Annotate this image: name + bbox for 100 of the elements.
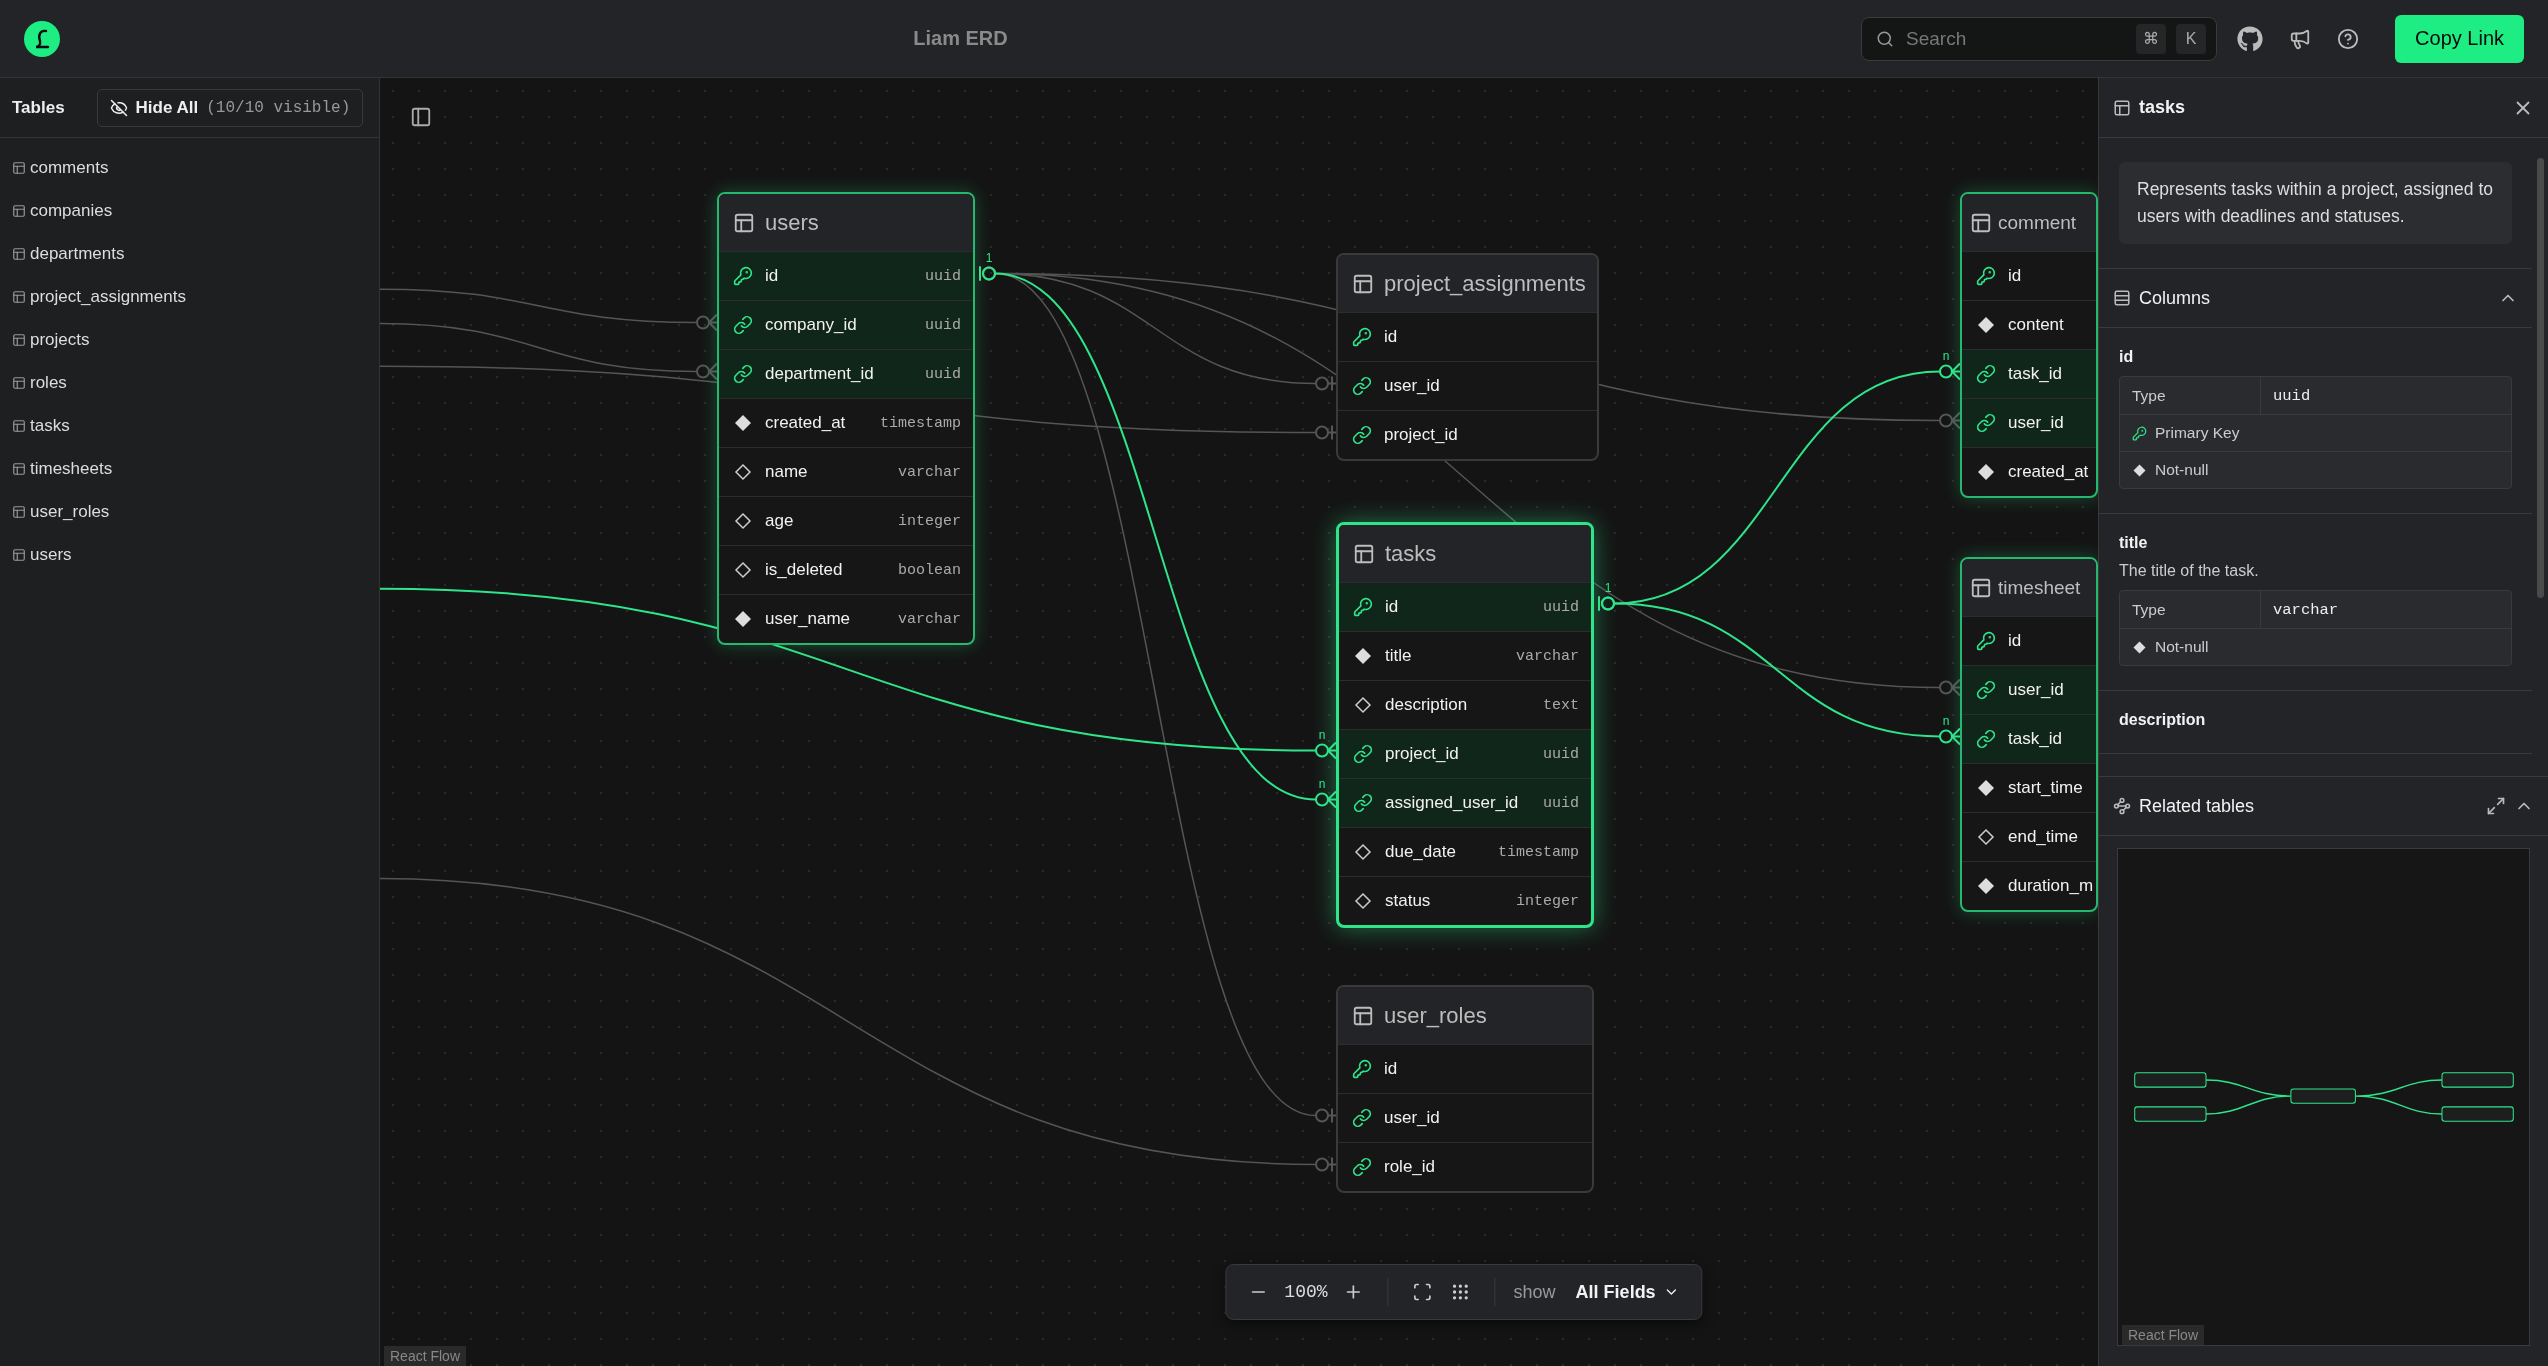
- column-type: uuid: [925, 267, 961, 285]
- cardinality-label: 1: [985, 250, 993, 265]
- sidebar-item[interactable]: projects: [0, 318, 379, 361]
- column-type: text: [1543, 696, 1579, 714]
- property-value: uuid: [2260, 377, 2499, 414]
- sidebar-title: Tables: [12, 97, 65, 118]
- link-icon: [1352, 1157, 1372, 1177]
- key-icon: [1976, 266, 1996, 286]
- column-type: uuid: [925, 365, 961, 383]
- column-name: duration_m: [2008, 876, 2094, 896]
- sidebar-item[interactable]: comments: [0, 146, 379, 189]
- sidebar-item[interactable]: tasks: [0, 404, 379, 447]
- table-node[interactable]: users id uuid company_id uuid department_id uuid created_at timestamp name varchar age integer is_deleted boolean user_name varchar: [717, 192, 975, 645]
- key-icon: [733, 266, 753, 286]
- link-icon: [733, 315, 753, 335]
- cardinality-label: 1: [1604, 580, 1612, 595]
- column-name: role_id: [1384, 1157, 1437, 1177]
- filled-diamond-icon: [733, 609, 753, 629]
- sidebar-item[interactable]: users: [0, 533, 379, 576]
- column-name: created_at: [765, 413, 847, 433]
- diamond-icon: [1353, 695, 1373, 715]
- link-icon: [1352, 425, 1372, 445]
- key-icon: [2132, 425, 2147, 441]
- show-fields-dropdown[interactable]: All Fields: [1569, 1280, 1686, 1304]
- expand-icon[interactable]: [2486, 796, 2506, 816]
- column-type: uuid: [1543, 794, 1579, 812]
- search-icon: [1876, 29, 1895, 48]
- column-name: id: [2008, 266, 2023, 286]
- column-name: description: [1385, 695, 1469, 715]
- table-node[interactable]: comment id content task_id user_id created_at: [1960, 192, 2098, 498]
- sidebar-item[interactable]: project_assignments: [0, 275, 379, 318]
- filled-diamond-icon: [1976, 876, 1996, 896]
- column-name: start_time: [2008, 778, 2084, 798]
- column-name: end_time: [2008, 827, 2079, 847]
- table-node[interactable]: tasks id uuid title varchar description text project_id uuid assigned_user_id uuid due_date timestamp status integer: [1336, 522, 1594, 928]
- copy-link-button[interactable]: Copy Link: [2395, 14, 2524, 63]
- link-icon: [1976, 680, 1996, 700]
- sidebar-item[interactable]: user_roles: [0, 490, 379, 533]
- table-name: project_assignments: [1384, 270, 1586, 297]
- panel-title: tasks: [2139, 97, 2187, 118]
- cardinality-label: n: [1318, 776, 1326, 791]
- table-node[interactable]: project_assignments id user_id project_id: [1336, 253, 1599, 461]
- filled-diamond-icon: [1976, 462, 1996, 482]
- table-icon: [12, 289, 26, 304]
- property-label: Not-null: [2155, 461, 2209, 479]
- link-icon: [733, 364, 753, 384]
- table-icon: [1353, 542, 1375, 565]
- logo-icon[interactable]: [24, 20, 60, 57]
- table-icon: [12, 160, 26, 175]
- related-tables-icon: [2113, 797, 2131, 815]
- sidebar-item[interactable]: departments: [0, 232, 379, 275]
- column-name: project_id: [1385, 744, 1460, 764]
- table-icon: [12, 504, 26, 519]
- scrollbar[interactable]: [2537, 158, 2544, 598]
- table-icon: [12, 375, 26, 390]
- attribution[interactable]: React Flow: [384, 1346, 467, 1366]
- attribution[interactable]: React Flow: [2122, 1325, 2205, 1345]
- table-icon: [12, 461, 26, 476]
- column-type: varchar: [898, 463, 961, 481]
- column-comment: The title of the task.: [2119, 562, 2260, 580]
- app-title: Liam ERD: [912, 27, 1009, 50]
- column-name: age: [765, 511, 795, 531]
- search-bar[interactable]: Search ⌘ K: [1861, 16, 2218, 61]
- table-icon: [1352, 272, 1374, 295]
- property-label: Type: [2132, 386, 2167, 405]
- related-tables-view[interactable]: React Flow: [2117, 848, 2530, 1346]
- search-field[interactable]: Search: [1904, 26, 2127, 51]
- table-icon: [1970, 211, 1992, 234]
- sidebar-item[interactable]: timesheets: [0, 447, 379, 490]
- link-icon: [1352, 1108, 1372, 1128]
- column-name: user_id: [2008, 413, 2065, 433]
- column-name: title: [1385, 646, 1413, 666]
- sidebar-item[interactable]: companies: [0, 189, 379, 232]
- rows-icon: [2113, 289, 2131, 307]
- link-icon: [1352, 376, 1372, 396]
- column-name: status: [1385, 891, 1432, 911]
- table-icon: [1970, 576, 1992, 599]
- table-icon: [12, 203, 26, 218]
- hide-all-button[interactable]: Hide All (10/10 visible): [96, 88, 364, 127]
- diamond-icon: [733, 560, 753, 580]
- table-description: Represents tasks within a project, assigned to users with deadlines and statuses.: [2119, 162, 2512, 244]
- show-label: show: [1513, 1281, 1556, 1303]
- column-name: is_deleted: [765, 560, 844, 580]
- diamond-icon: [733, 462, 753, 482]
- filled-diamond-icon: [2132, 639, 2147, 655]
- column-name: id: [2008, 631, 2023, 651]
- table-icon: [1352, 1004, 1374, 1027]
- column-type: integer: [1516, 892, 1579, 910]
- table-node[interactable]: user_roles id user_id role_id: [1336, 985, 1594, 1193]
- sidebar-item[interactable]: roles: [0, 361, 379, 404]
- column-name: id: [2119, 348, 2135, 366]
- diamond-icon: [1353, 842, 1373, 862]
- column-name: name: [765, 462, 809, 482]
- link-icon: [1976, 413, 1996, 433]
- shortcut-key: K: [2176, 23, 2207, 54]
- column-name: id: [1385, 597, 1400, 617]
- table-node[interactable]: timesheet id user_id task_id start_time end_time duration_m: [1960, 557, 2098, 912]
- table-icon: [12, 332, 26, 347]
- key-icon: [1352, 327, 1372, 347]
- column-type: timestamp: [1498, 843, 1579, 861]
